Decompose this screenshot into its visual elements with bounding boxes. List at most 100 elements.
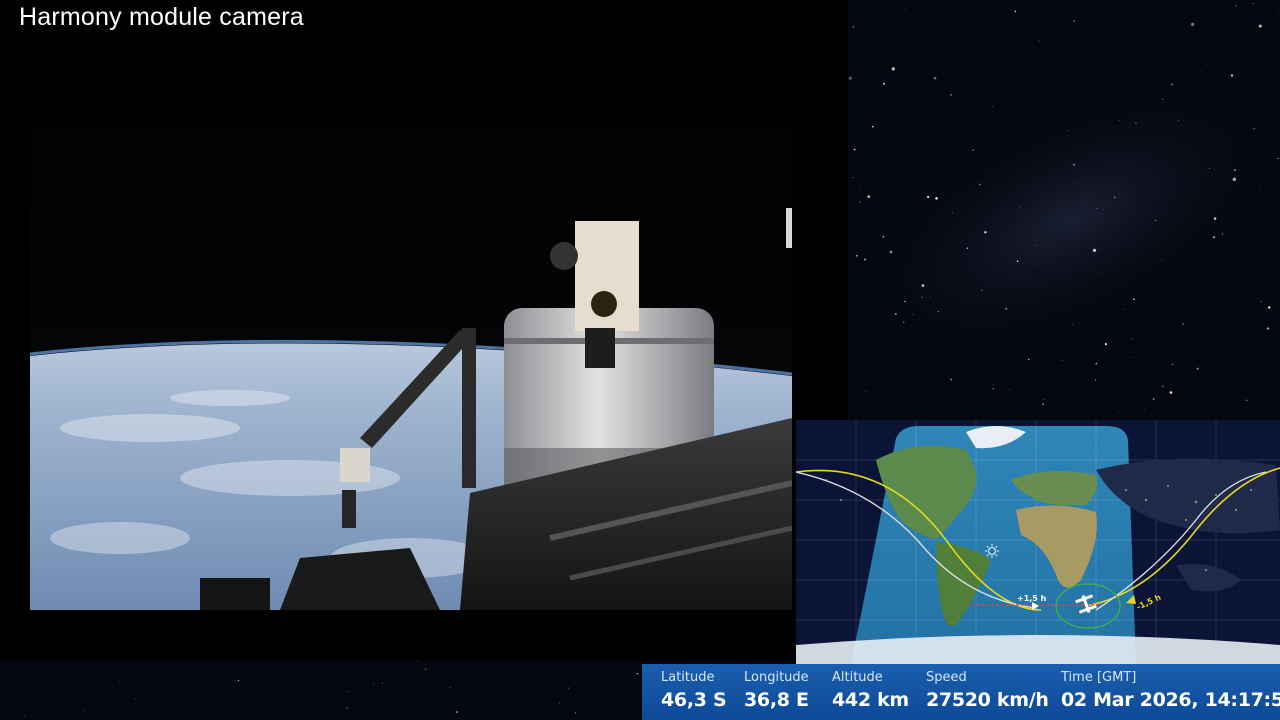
star <box>135 698 137 700</box>
star <box>1016 260 1019 262</box>
star <box>866 224 868 225</box>
star <box>1171 363 1174 366</box>
star <box>373 683 375 685</box>
time-label: Time [GMT] <box>1061 670 1137 685</box>
star <box>966 247 969 249</box>
star <box>424 668 427 671</box>
star <box>853 148 856 151</box>
star <box>852 26 855 28</box>
star <box>978 183 981 186</box>
star <box>237 679 240 682</box>
star <box>952 212 954 214</box>
star <box>1162 98 1164 100</box>
star <box>1136 247 1138 249</box>
star <box>1131 338 1133 340</box>
star <box>1260 300 1262 303</box>
time-readout: Time [GMT] 02 Mar 2026, 14:17:57 <box>1061 670 1280 714</box>
star <box>891 67 895 71</box>
star <box>347 691 349 693</box>
speed-label: Speed <box>926 670 967 685</box>
star <box>1221 233 1224 235</box>
star <box>636 672 639 675</box>
star <box>1094 379 1096 381</box>
star <box>1072 180 1074 182</box>
speed-value: 27520 km/h <box>926 689 1049 711</box>
star <box>1252 3 1254 5</box>
star <box>865 391 867 392</box>
star <box>1020 207 1021 208</box>
star <box>1072 324 1074 325</box>
star <box>852 176 854 179</box>
altitude-readout: Altitude 442 km <box>832 670 909 714</box>
altitude-value: 442 km <box>832 689 909 711</box>
star <box>933 76 937 80</box>
star <box>1277 157 1279 159</box>
star <box>1044 79 1046 81</box>
star <box>1144 408 1145 410</box>
star <box>972 149 974 151</box>
star <box>1104 343 1107 346</box>
star <box>1073 163 1075 166</box>
star <box>1196 367 1199 370</box>
star <box>867 195 871 198</box>
star <box>1231 74 1233 77</box>
star <box>1133 298 1135 301</box>
star <box>1234 169 1236 171</box>
star <box>185 699 187 701</box>
star <box>1253 127 1256 130</box>
star <box>449 686 451 688</box>
star <box>984 231 987 234</box>
ground-track-map: +1,5 h -1,5 h <box>796 420 1280 664</box>
star <box>24 715 25 717</box>
star <box>1130 357 1131 358</box>
star <box>417 660 418 662</box>
star <box>1113 196 1116 198</box>
star <box>1118 120 1120 121</box>
star <box>1042 403 1044 405</box>
star <box>1171 83 1174 86</box>
star <box>1080 200 1081 202</box>
star <box>1096 208 1098 209</box>
star <box>558 702 560 704</box>
star <box>978 341 980 343</box>
star <box>83 711 85 712</box>
star <box>1027 358 1030 361</box>
star <box>1135 122 1137 124</box>
altitude-label: Altitude <box>832 670 883 685</box>
star <box>346 707 348 709</box>
star <box>1116 305 1118 307</box>
star <box>930 295 932 297</box>
star <box>1005 307 1008 310</box>
star <box>1191 22 1195 26</box>
star <box>894 313 897 315</box>
star <box>1162 385 1164 388</box>
star <box>1092 248 1097 253</box>
star <box>1107 311 1109 312</box>
latitude-value: 46,3 S <box>661 689 727 711</box>
star <box>1035 245 1036 246</box>
star <box>1014 10 1017 13</box>
star <box>864 258 867 261</box>
star <box>1124 309 1126 310</box>
star <box>856 255 858 257</box>
star <box>1206 63 1208 65</box>
star <box>927 195 930 199</box>
longitude-value: 36,8 E <box>744 689 809 711</box>
forward-track-label: +1,5 h <box>1017 594 1047 603</box>
latitude-readout: Latitude 46,3 S <box>661 670 727 714</box>
star <box>442 667 444 668</box>
star <box>992 105 994 108</box>
longitude-readout: Longitude 36,8 E <box>744 670 809 714</box>
star <box>1095 362 1098 365</box>
star <box>981 290 983 292</box>
star <box>883 82 885 85</box>
star <box>1182 322 1185 325</box>
star <box>1042 399 1044 400</box>
star <box>860 185 862 187</box>
star <box>935 197 938 200</box>
star <box>1258 190 1260 191</box>
star <box>889 250 893 254</box>
star <box>1118 411 1120 413</box>
star <box>1232 177 1237 182</box>
time-value: 02 Mar 2026, 14:17:57 <box>1061 689 1280 711</box>
